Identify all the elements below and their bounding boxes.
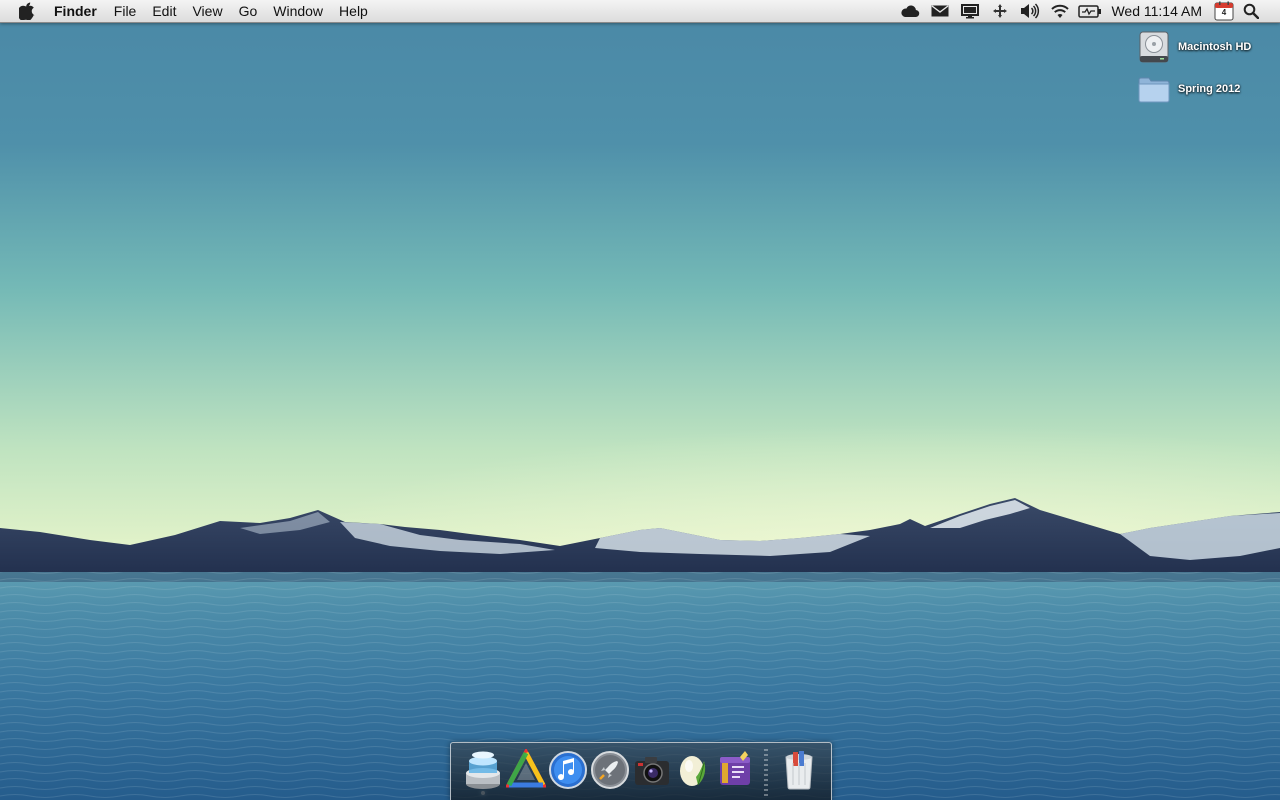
cloud-status[interactable]: [895, 0, 925, 22]
search-icon: [1243, 3, 1259, 19]
launchpad-rocket-icon: [591, 751, 629, 789]
calendar-status[interactable]: 4: [1212, 0, 1236, 22]
menu-edit[interactable]: Edit: [144, 0, 184, 22]
hard-drive-icon: [1139, 31, 1169, 63]
wifi-status[interactable]: [1045, 0, 1075, 22]
desktop-icon-macintosh-hd[interactable]: Macintosh HD: [1138, 29, 1251, 65]
calendar-day: 4: [1221, 8, 1227, 17]
desktop[interactable]: Finder File Edit View Go Window Help Wed…: [0, 0, 1280, 800]
dock-item-launchpad[interactable]: [590, 749, 630, 791]
folder-icon: [1138, 77, 1170, 103]
apple-menu[interactable]: [16, 0, 38, 22]
app-menu-finder[interactable]: Finder: [52, 0, 106, 22]
spotlight-button[interactable]: [1236, 0, 1266, 22]
menu-bar-status-area: Wed 11:14 AM 4: [895, 0, 1280, 22]
menu-help[interactable]: Help: [331, 0, 376, 22]
color-triangle-app-icon: [504, 747, 548, 788]
volume-status[interactable]: [1015, 0, 1045, 22]
menu-file[interactable]: File: [106, 0, 145, 22]
display-status[interactable]: [955, 0, 985, 22]
menu-view[interactable]: View: [184, 0, 230, 22]
camera-app-icon: [635, 757, 669, 785]
purple-box-app-icon: [720, 751, 750, 785]
dock-item-itunes[interactable]: [548, 749, 588, 791]
cloud-icon: [901, 5, 920, 18]
network-icon: [993, 4, 1008, 18]
menu-go[interactable]: Go: [231, 0, 266, 22]
menu-bar-left: Finder File Edit View Go Window Help: [0, 0, 376, 22]
egg-leaf-app-icon: [680, 756, 706, 786]
itunes-icon: [549, 751, 587, 789]
desktop-icon-label: Macintosh HD: [1178, 41, 1252, 53]
wifi-icon: [1051, 4, 1070, 18]
dock-item-stack-app[interactable]: [463, 749, 503, 791]
dock-separator: [764, 749, 768, 797]
dock: [450, 742, 832, 800]
stack-app-icon: [466, 751, 500, 789]
menu-window[interactable]: Window: [265, 0, 331, 22]
network-status[interactable]: [985, 0, 1015, 22]
trash-icon: [785, 751, 813, 790]
dock-item-camera-app[interactable]: [632, 749, 672, 791]
mail-status[interactable]: [925, 0, 955, 22]
volume-icon: [1021, 3, 1040, 19]
menu-bar: Finder File Edit View Go Window Help Wed…: [0, 0, 1280, 23]
dock-item-egg-app[interactable]: [674, 749, 714, 791]
battery-icon: [1078, 4, 1102, 18]
wallpaper: [0, 0, 1280, 800]
desktop-icon-spring-2012[interactable]: Spring 2012: [1138, 71, 1240, 107]
menu-bar-clock[interactable]: Wed 11:14 AM: [1105, 0, 1212, 22]
dock-item-trash[interactable]: [779, 749, 819, 791]
mail-icon: [931, 5, 949, 17]
battery-status[interactable]: [1075, 0, 1105, 22]
apple-logo-icon: [19, 2, 35, 20]
desktop-icon-label: Spring 2012: [1178, 83, 1241, 95]
dock-item-color-app[interactable]: [504, 747, 548, 791]
dock-item-purple-box-app[interactable]: [715, 749, 755, 791]
display-icon: [961, 3, 980, 18]
